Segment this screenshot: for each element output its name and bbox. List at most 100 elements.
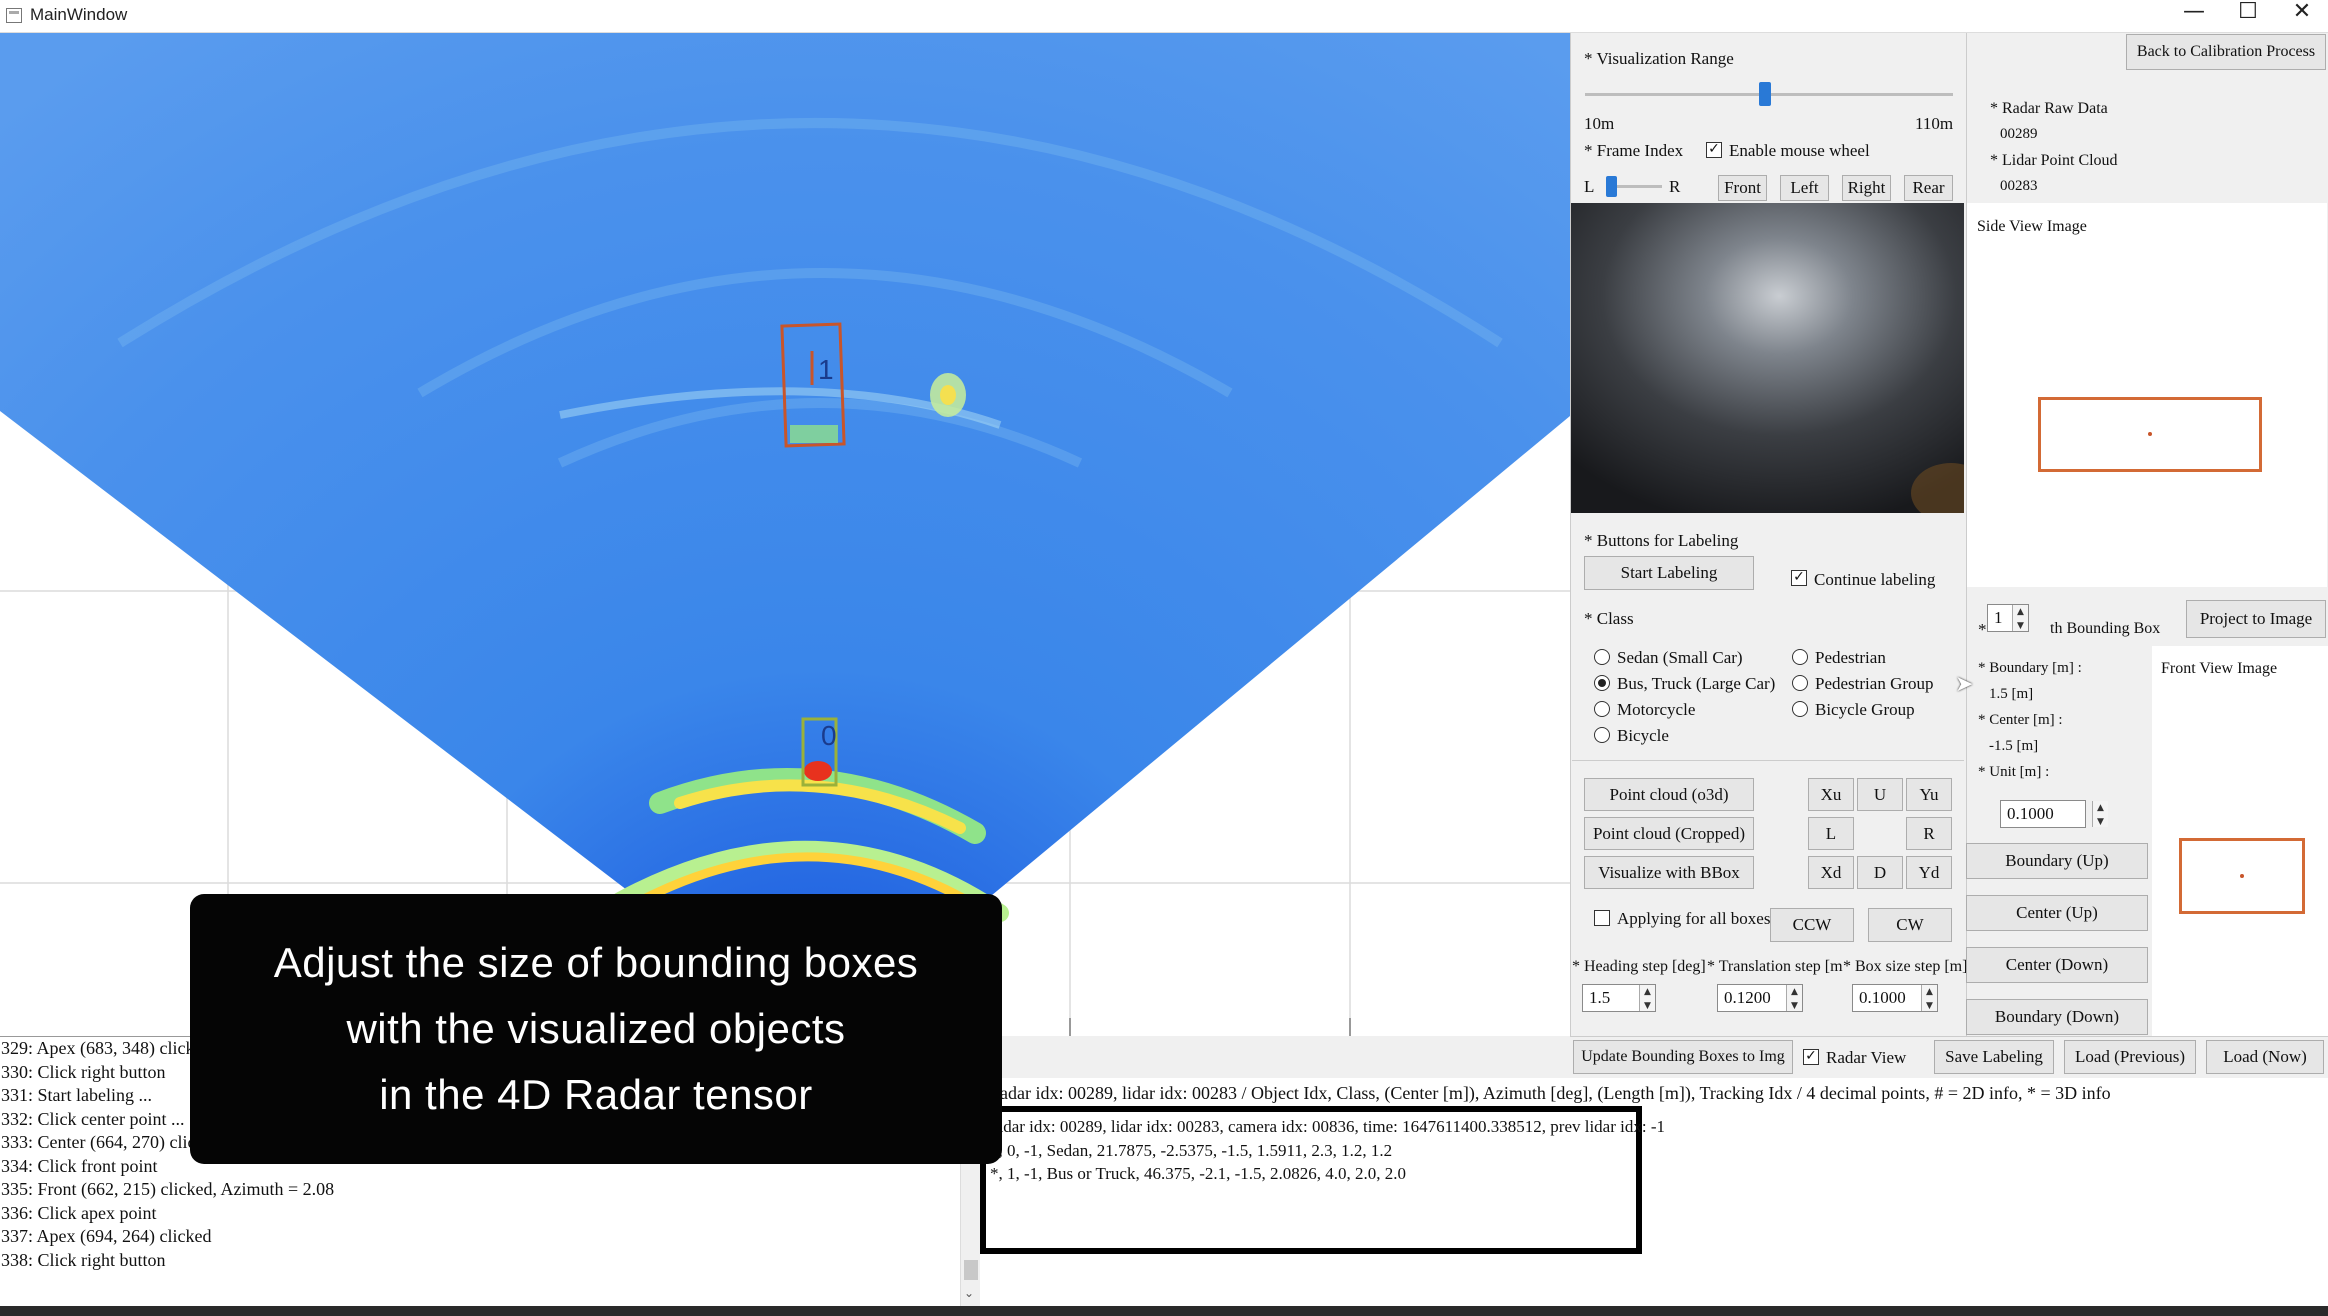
boundary-up-button[interactable]: Boundary (Up) <box>1966 843 2148 879</box>
class-label-bus-truck: Bus, Truck (Large Car) <box>1617 674 1776 693</box>
center-down-button[interactable]: Center (Down) <box>1966 947 2148 983</box>
rear-camera-button[interactable]: Rear <box>1904 175 1953 201</box>
point-cloud-o3d-button[interactable]: Point cloud (o3d) <box>1584 778 1754 811</box>
left-camera-button[interactable]: Left <box>1780 175 1829 201</box>
range-min-label: 10m <box>1584 114 1615 133</box>
class-label-pedestrian: Pedestrian <box>1815 648 1886 667</box>
move-left-button[interactable]: L <box>1808 817 1854 850</box>
lidar-point-cloud-index: 00283 <box>2000 178 2038 194</box>
boundary-value: 1.5 [m] <box>1989 686 2034 702</box>
load-previous-button[interactable]: Load (Previous) <box>2064 1040 2196 1074</box>
window-title: MainWindow <box>30 5 128 24</box>
box-size-step-spinner-icon[interactable]: ▲ ▼ <box>1921 985 1937 1011</box>
side-view-center-dot <box>2148 432 2152 436</box>
caption-overlay: Adjust the size of bounding boxes with t… <box>190 894 1002 1164</box>
box-size-step-label: * Box size step [m] <box>1843 958 1968 975</box>
continue-labeling-label: Continue labeling <box>1814 570 1936 589</box>
class-label-motorcycle: Motorcycle <box>1617 700 1696 719</box>
labeling-buttons-label: * Buttons for Labeling <box>1584 531 1739 550</box>
class-label-bicycle-group: Bicycle Group <box>1815 700 1915 719</box>
translation-step-spinner-icon[interactable]: ▲ ▼ <box>1786 985 1802 1011</box>
load-now-button[interactable]: Load (Now) <box>2206 1040 2324 1074</box>
info-line: *, 1, -1, Bus or Truck, 46.375, -2.1, -1… <box>990 1164 1407 1183</box>
scroll-down-arrow-icon[interactable]: ⌄ <box>964 1286 974 1300</box>
radar-view-label: Radar View <box>1826 1048 1907 1067</box>
class-radio-bus-truck[interactable] <box>1594 675 1610 691</box>
caption-line: with the visualized objects <box>346 1005 846 1052</box>
lr-slider-thumb[interactable] <box>1606 176 1617 197</box>
save-labeling-button[interactable]: Save Labeling <box>1934 1040 2054 1074</box>
app-icon <box>6 8 22 23</box>
class-radio-pedestrian-group[interactable] <box>1792 675 1808 691</box>
radar-heatmap[interactable]: 1 0 <box>0 33 1570 1036</box>
class-radio-pedestrian[interactable] <box>1792 649 1808 665</box>
class-label-sedan: Sedan (Small Car) <box>1617 648 1743 667</box>
bbox-index-spinner-icon[interactable]: ▲ ▼ <box>2012 605 2028 631</box>
title-bar: MainWindow — ☐ ✕ <box>0 0 2328 33</box>
log-line: 336: Click apex point <box>1 1202 157 1223</box>
back-to-calibration-button[interactable]: Back to Calibration Process <box>2126 34 2326 70</box>
lr-right-label: R <box>1669 177 1681 196</box>
close-button[interactable]: ✕ <box>2276 0 2328 33</box>
front-camera-button[interactable]: Front <box>1718 175 1767 201</box>
enable-mouse-wheel-checkbox[interactable]: ✓ <box>1706 142 1722 158</box>
radar-raw-index: 00289 <box>2000 126 2038 142</box>
class-label-bicycle: Bicycle <box>1617 726 1669 745</box>
point-cloud-cropped-button[interactable]: Point cloud (Cropped) <box>1584 817 1754 850</box>
center-label: * Center [m] : <box>1978 712 2063 728</box>
mouse-cursor-icon: ➤ <box>1955 672 1974 697</box>
range-max-label: 110m <box>1915 114 1954 133</box>
caption-line: in the 4D Radar tensor <box>379 1071 813 1118</box>
info-lines[interactable]: radar idx: 00289, lidar idx: 00283, came… <box>990 1115 1665 1186</box>
bbox-label-0: 0 <box>821 720 837 751</box>
camera-image <box>1571 203 1991 523</box>
move-up-button[interactable]: U <box>1857 778 1903 811</box>
start-labeling-button[interactable]: Start Labeling <box>1584 556 1754 590</box>
right-camera-button[interactable]: Right <box>1842 175 1891 201</box>
range-slider-thumb[interactable] <box>1759 82 1772 106</box>
bbox-index-star: * <box>1978 620 1987 639</box>
project-to-image-button[interactable]: Project to Image <box>2186 600 2326 638</box>
front-view-center-dot <box>2240 874 2244 878</box>
unit-spinner-icon[interactable]: ▲ ▼ <box>2092 801 2108 827</box>
class-radio-bicycle-group[interactable] <box>1792 701 1808 717</box>
side-view-panel <box>1967 203 2327 587</box>
move-xd-button[interactable]: Xd <box>1808 856 1854 889</box>
log-line: 337: Apex (694, 264) clicked <box>1 1226 212 1246</box>
class-label: * Class <box>1584 609 1634 628</box>
rotate-ccw-button[interactable]: CCW <box>1770 908 1854 942</box>
minimize-button[interactable]: — <box>2168 0 2220 33</box>
maximize-button[interactable]: ☐ <box>2222 0 2274 33</box>
move-down-button[interactable]: D <box>1857 856 1903 889</box>
apply-all-boxes-label: Applying for all boxes <box>1617 909 1771 928</box>
move-yu-button[interactable]: Yu <box>1906 778 1952 811</box>
lr-left-label: L <box>1584 177 1595 196</box>
heading-step-spinner-icon[interactable]: ▲ ▼ <box>1639 985 1655 1011</box>
lidar-point-cloud-label: * Lidar Point Cloud <box>1990 152 2118 169</box>
log-line: 335: Front (662, 215) clicked, Azimuth =… <box>1 1179 335 1199</box>
info-line: *, 0, -1, Sedan, 21.7875, -2.5375, -1.5,… <box>990 1140 1393 1160</box>
unit-input[interactable]: 0.1000 <box>2000 800 2086 828</box>
center-up-button[interactable]: Center (Up) <box>1966 895 2148 931</box>
visualize-with-bbox-button[interactable]: Visualize with BBox <box>1584 856 1754 889</box>
move-right-button[interactable]: R <box>1906 817 1952 850</box>
radar-tensor-view[interactable]: 1 0 <box>0 33 1570 1036</box>
boundary-down-button[interactable]: Boundary (Down) <box>1966 999 2148 1035</box>
rotate-cw-button[interactable]: CW <box>1868 908 1952 942</box>
scrollbar-thumb[interactable] <box>964 1260 978 1280</box>
heading-step-label: * Heading step [deg] <box>1572 958 1706 975</box>
radar-view-checkbox[interactable]: ✓ <box>1803 1049 1819 1065</box>
class-label-pedestrian-group: Pedestrian Group <box>1815 674 1934 693</box>
move-xu-button[interactable]: Xu <box>1808 778 1854 811</box>
move-yd-button[interactable]: Yd <box>1906 856 1952 889</box>
taskbar-strip <box>0 1306 2328 1316</box>
continue-labeling-checkbox[interactable]: ✓ <box>1791 570 1807 586</box>
class-radio-sedan[interactable] <box>1594 649 1610 665</box>
bbox-index-label: th Bounding Box <box>2050 620 2161 637</box>
radar-raw-data-label: * Radar Raw Data <box>1990 100 2108 117</box>
info-header: radar idx: 00289, lidar idx: 00283 / Obj… <box>980 1078 2328 1106</box>
class-radio-bicycle[interactable] <box>1594 727 1610 743</box>
update-bboxes-button[interactable]: Update Bounding Boxes to Img <box>1573 1040 1793 1074</box>
center-value: -1.5 [m] <box>1989 738 2039 754</box>
class-radio-motorcycle[interactable] <box>1594 701 1610 717</box>
